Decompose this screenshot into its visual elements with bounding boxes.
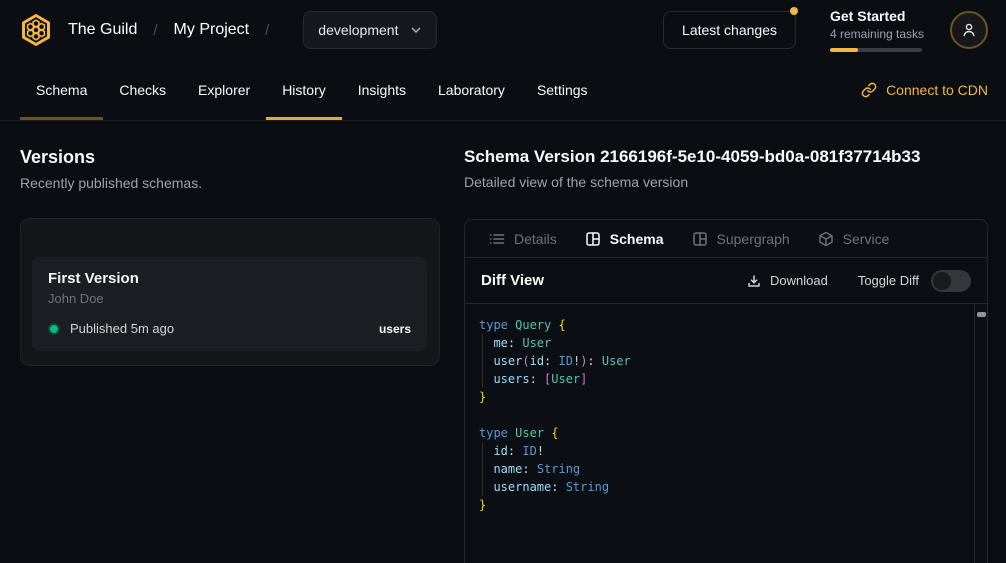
version-author: John Doe	[48, 291, 411, 306]
latest-changes-button[interactable]: Latest changes	[663, 11, 796, 49]
target-nav: Schema Checks Explorer History Insights …	[0, 60, 1006, 121]
environment-select[interactable]: development	[303, 11, 437, 49]
guild-logo-icon[interactable]	[18, 12, 54, 48]
versions-title: Versions	[20, 147, 440, 168]
versions-panel: Versions Recently published schemas. Fir…	[20, 121, 440, 563]
tab-laboratory[interactable]: Laboratory	[422, 60, 521, 120]
indent-guide	[482, 442, 483, 496]
tab-checks[interactable]: Checks	[103, 60, 182, 120]
version-name: First Version	[48, 270, 411, 287]
diff-view-header: Diff View Download Toggle Diff	[465, 258, 987, 304]
tab-details-label: Details	[514, 231, 557, 247]
tab-supergraph[interactable]: Supergraph	[678, 231, 804, 247]
person-icon	[961, 22, 977, 38]
tab-details[interactable]: Details	[475, 231, 571, 247]
connect-to-cdn-link[interactable]: Connect to CDN	[861, 60, 988, 120]
nav-spacer	[604, 60, 862, 120]
tab-explorer[interactable]: Explorer	[182, 60, 266, 120]
get-started-subtitle: 4 remaining tasks	[830, 27, 922, 41]
breadcrumb-project[interactable]: My Project	[174, 21, 250, 39]
columns-icon	[692, 231, 708, 247]
version-service-badge: users	[379, 322, 411, 336]
code-content: type Query { me: User user(id: ID!): Use…	[479, 316, 973, 514]
published-status-dot	[48, 323, 60, 335]
get-started-progress-fill	[830, 48, 858, 52]
version-status: Published 5m ago	[70, 321, 174, 336]
user-avatar[interactable]	[950, 11, 988, 49]
breadcrumb-separator: /	[153, 22, 157, 39]
tab-schema-view-label: Schema	[610, 231, 664, 247]
tab-history[interactable]: History	[266, 60, 342, 120]
schema-version-panel: Schema Version 2166196f-5e10-4059-bd0a-0…	[464, 121, 988, 563]
get-started-widget[interactable]: Get Started 4 remaining tasks	[830, 8, 922, 52]
connect-to-cdn-label: Connect to CDN	[886, 82, 988, 98]
environment-select-value: development	[318, 22, 398, 38]
download-label: Download	[770, 273, 828, 288]
breadcrumb-org[interactable]: The Guild	[68, 21, 137, 39]
tab-schema-view[interactable]: Schema	[571, 231, 678, 247]
cube-icon	[818, 231, 834, 247]
versions-subtitle: Recently published schemas.	[20, 175, 440, 191]
schema-version-card: Details Schema Supergraph	[464, 219, 988, 563]
toggle-diff-knob	[933, 272, 951, 290]
tab-service-label: Service	[843, 231, 890, 247]
tab-schema[interactable]: Schema	[20, 60, 103, 120]
version-list-item[interactable]: First Version John Doe Published 5m ago …	[32, 257, 427, 351]
toggle-diff-switch[interactable]	[931, 270, 971, 292]
nav-tabs: Schema Checks Explorer History Insights …	[20, 60, 604, 120]
breadcrumb-separator: /	[265, 22, 269, 39]
indent-guide	[482, 334, 483, 388]
tab-settings[interactable]: Settings	[521, 60, 604, 120]
schema-code-viewer[interactable]: type Query { me: User user(id: ID!): Use…	[465, 304, 987, 563]
download-icon	[747, 274, 761, 288]
columns-icon	[585, 231, 601, 247]
code-scrollbar-track[interactable]	[974, 304, 987, 563]
list-icon	[489, 231, 505, 247]
get-started-title: Get Started	[830, 8, 922, 24]
chevron-down-icon	[410, 24, 422, 36]
tab-supergraph-label: Supergraph	[717, 231, 790, 247]
versions-list-card: First Version John Doe Published 5m ago …	[20, 218, 440, 366]
main-content: Versions Recently published schemas. Fir…	[0, 121, 1006, 563]
link-icon	[861, 82, 877, 98]
app-header: The Guild / My Project / development Lat…	[0, 0, 1006, 60]
schema-version-title: Schema Version 2166196f-5e10-4059-bd0a-0…	[464, 147, 988, 167]
detail-tabbar: Details Schema Supergraph	[465, 220, 987, 258]
diff-view-title: Diff View	[481, 272, 544, 289]
toggle-diff-label: Toggle Diff	[858, 273, 919, 288]
tab-insights[interactable]: Insights	[342, 60, 422, 120]
download-button[interactable]: Download	[747, 273, 828, 288]
notification-dot	[790, 7, 798, 15]
schema-version-subtitle: Detailed view of the schema version	[464, 174, 988, 190]
get-started-progress-bar	[830, 48, 922, 52]
tab-service[interactable]: Service	[804, 231, 904, 247]
code-scrollbar-thumb[interactable]	[977, 312, 986, 317]
